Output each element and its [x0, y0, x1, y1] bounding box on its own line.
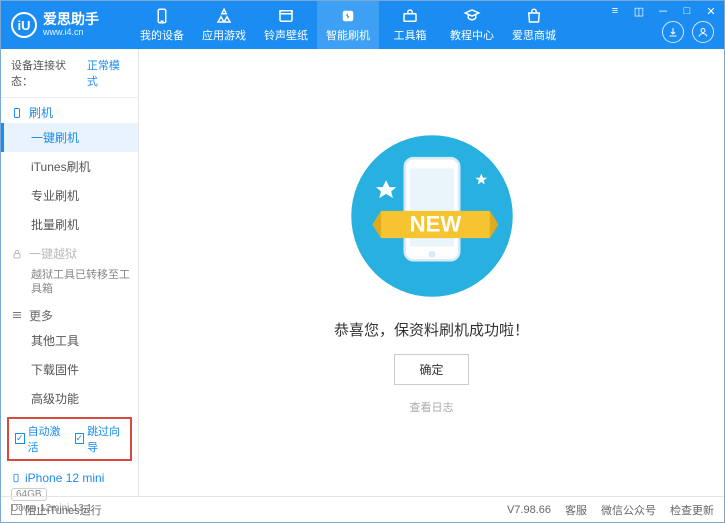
options-highlight-box: ✓ 自动激活 ✓ 跳过向导 — [7, 417, 132, 461]
nav-label: 爱思商城 — [512, 27, 556, 43]
jailbreak-note: 越狱工具已转移至工具箱 — [1, 264, 138, 301]
success-illustration: NEW — [347, 131, 517, 301]
wechat-link[interactable]: 微信公众号 — [601, 502, 656, 518]
app-window: iU 爱思助手 www.i4.cn 我的设备 应用游戏 铃声壁纸 智能刷机 — [0, 0, 725, 523]
title-user-controls — [662, 21, 714, 43]
checkbox-block-itunes[interactable]: 阻止iTunes运行 — [11, 502, 102, 518]
nav-label: 工具箱 — [394, 27, 427, 43]
nav-my-device[interactable]: 我的设备 — [131, 1, 193, 49]
main-content: NEW 恭喜您，保资料刷机成功啦！ 确定 查看日志 — [139, 49, 724, 496]
checkbox-label: 自动激活 — [28, 423, 65, 455]
check-icon: ✓ — [75, 433, 85, 444]
nav-ringtone-wallpaper[interactable]: 铃声壁纸 — [255, 1, 317, 49]
nav-tutorials[interactable]: 教程中心 — [441, 1, 503, 49]
footer-right: V7.98.66 客服 微信公众号 检查更新 — [507, 502, 714, 518]
window-controls: ≡ ◫ － □ ✕ — [606, 4, 720, 18]
device-name-text: iPhone 12 mini — [25, 471, 104, 485]
sidebar-item-itunes-flash[interactable]: iTunes刷机 — [1, 152, 138, 181]
sidebar-item-batch-flash[interactable]: 批量刷机 — [1, 210, 138, 239]
checkbox-auto-activate[interactable]: ✓ 自动激活 — [15, 423, 65, 455]
more-icon — [11, 309, 23, 321]
store-icon — [525, 7, 543, 25]
lock-icon — [11, 248, 23, 260]
success-message: 恭喜您，保资料刷机成功啦！ — [334, 319, 529, 340]
nav-store[interactable]: 爱思商城 — [503, 1, 565, 49]
wallpaper-icon — [277, 7, 295, 25]
device-phone-icon — [11, 471, 21, 485]
brand-url: www.i4.cn — [43, 28, 99, 38]
check-icon: ✓ — [15, 433, 25, 444]
section-label: 一键越狱 — [29, 245, 77, 262]
nav-label: 铃声壁纸 — [264, 27, 308, 43]
brand-title: 爱思助手 — [43, 12, 99, 27]
sidebar-item-oneclick-flash[interactable]: 一键刷机 — [1, 123, 138, 152]
sidebar-item-download-firmware[interactable]: 下载固件 — [1, 355, 138, 384]
user-icon[interactable] — [692, 21, 714, 43]
nav-smart-flash[interactable]: 智能刷机 — [317, 1, 379, 49]
minimize-icon[interactable]: － — [654, 4, 672, 18]
checkbox-box — [11, 504, 22, 515]
nav-apps-games[interactable]: 应用游戏 — [193, 1, 255, 49]
menu-icon[interactable]: ≡ — [606, 4, 624, 18]
maximize-icon[interactable]: □ — [678, 4, 696, 18]
nav-label: 应用游戏 — [202, 27, 246, 43]
ribbon-text: NEW — [409, 211, 461, 236]
nav-label: 教程中心 — [450, 27, 494, 43]
skin-icon[interactable]: ◫ — [630, 4, 648, 18]
status-value: 正常模式 — [87, 57, 128, 89]
tutorial-icon — [463, 7, 481, 25]
section-label: 刷机 — [29, 104, 53, 121]
ok-button[interactable]: 确定 — [394, 354, 468, 385]
body: 设备连接状态： 正常模式 刷机 一键刷机 iTunes刷机 专业刷机 批量刷机 … — [1, 49, 724, 496]
top-nav: 我的设备 应用游戏 铃声壁纸 智能刷机 工具箱 教程中心 — [131, 1, 565, 49]
section-label: 更多 — [29, 307, 53, 324]
apps-icon — [215, 7, 233, 25]
version-label: V7.98.66 — [507, 504, 551, 516]
sidebar-section-more[interactable]: 更多 — [1, 301, 138, 326]
phone-icon — [153, 7, 171, 25]
sidebar-item-advanced[interactable]: 高级功能 — [1, 384, 138, 413]
device-name: iPhone 12 mini — [11, 471, 128, 485]
brand: iU 爱思助手 www.i4.cn — [1, 12, 131, 38]
customer-service-link[interactable]: 客服 — [565, 502, 587, 518]
view-log-link[interactable]: 查看日志 — [410, 399, 454, 415]
close-icon[interactable]: ✕ — [702, 4, 720, 18]
sidebar-section-jailbreak: 一键越狱 — [1, 239, 138, 264]
nav-label: 我的设备 — [140, 27, 184, 43]
check-update-link[interactable]: 检查更新 — [670, 502, 714, 518]
sidebar-item-other-tools[interactable]: 其他工具 — [1, 326, 138, 355]
brand-text: 爱思助手 www.i4.cn — [43, 12, 99, 37]
nav-label: 智能刷机 — [326, 27, 370, 43]
sidebar: 设备连接状态： 正常模式 刷机 一键刷机 iTunes刷机 专业刷机 批量刷机 … — [1, 49, 139, 496]
sidebar-section-flash[interactable]: 刷机 — [1, 98, 138, 123]
flash-icon — [339, 7, 357, 25]
download-icon[interactable] — [662, 21, 684, 43]
phone-small-icon — [11, 107, 23, 119]
checkbox-label: 跳过向导 — [87, 423, 124, 455]
brand-logo-icon: iU — [11, 12, 37, 38]
connection-status: 设备连接状态： 正常模式 — [1, 49, 138, 98]
checkbox-skip-guide[interactable]: ✓ 跳过向导 — [75, 423, 125, 455]
toolbox-icon — [401, 7, 419, 25]
status-label: 设备连接状态： — [11, 57, 83, 89]
sidebar-item-pro-flash[interactable]: 专业刷机 — [1, 181, 138, 210]
titlebar: iU 爱思助手 www.i4.cn 我的设备 应用游戏 铃声壁纸 智能刷机 — [1, 1, 724, 49]
checkbox-label: 阻止iTunes运行 — [25, 502, 102, 518]
footer: 阻止iTunes运行 V7.98.66 客服 微信公众号 检查更新 — [1, 496, 724, 522]
nav-toolbox[interactable]: 工具箱 — [379, 1, 441, 49]
